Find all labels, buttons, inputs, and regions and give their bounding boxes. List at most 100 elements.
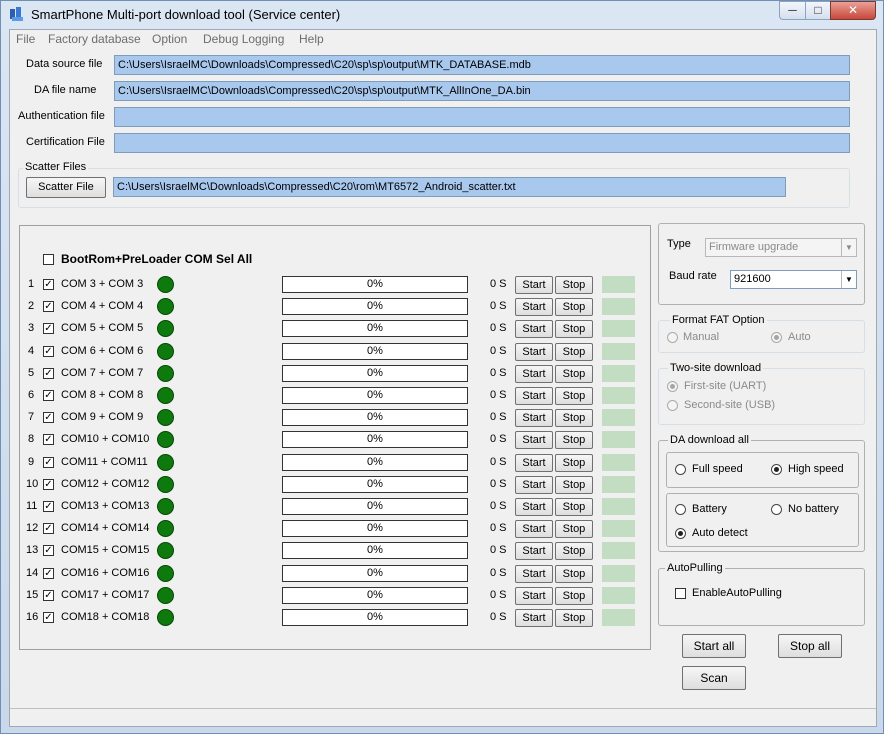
stop-button[interactable]: Stop bbox=[555, 498, 593, 516]
stop-button[interactable]: Stop bbox=[555, 587, 593, 605]
scatter-file-button[interactable]: Scatter File bbox=[26, 177, 106, 198]
stop-button[interactable]: Stop bbox=[555, 431, 593, 449]
port-checkbox[interactable]: ✓ bbox=[43, 545, 54, 556]
format-manual-radio[interactable] bbox=[667, 332, 678, 343]
data-source-field[interactable]: C:\Users\IsraelMC\Downloads\Compressed\C… bbox=[114, 55, 850, 75]
start-button[interactable]: Start bbox=[515, 276, 553, 294]
start-button[interactable]: Start bbox=[515, 431, 553, 449]
second-site-radio[interactable] bbox=[667, 400, 678, 411]
format-auto-label: Auto bbox=[788, 331, 811, 343]
elapsed-time: 0 S bbox=[490, 500, 507, 512]
start-button[interactable]: Start bbox=[515, 320, 553, 338]
progress-bar: 0% bbox=[282, 498, 468, 515]
port-checkbox[interactable]: ✓ bbox=[43, 323, 54, 334]
menu-option[interactable]: Option bbox=[152, 32, 187, 46]
start-button[interactable]: Start bbox=[515, 298, 553, 316]
start-button[interactable]: Start bbox=[515, 565, 553, 583]
port-checkbox[interactable]: ✓ bbox=[43, 301, 54, 312]
stop-button[interactable]: Stop bbox=[555, 387, 593, 405]
status-bar bbox=[10, 708, 876, 727]
stop-button[interactable]: Stop bbox=[555, 520, 593, 538]
title-bar[interactable]: SmartPhone Multi-port download tool (Ser… bbox=[1, 1, 883, 29]
auto-detect-radio[interactable] bbox=[675, 528, 686, 539]
elapsed-time: 0 S bbox=[490, 567, 507, 579]
certification-field[interactable] bbox=[114, 133, 850, 153]
enable-autopulling-checkbox[interactable] bbox=[675, 588, 686, 599]
start-button[interactable]: Start bbox=[515, 454, 553, 472]
port-checkbox[interactable]: ✓ bbox=[43, 279, 54, 290]
menu-help[interactable]: Help bbox=[299, 32, 324, 46]
type-select[interactable]: Firmware upgrade ▼ bbox=[705, 238, 857, 257]
stop-button[interactable]: Stop bbox=[555, 609, 593, 627]
baud-rate-label: Baud rate bbox=[669, 270, 717, 282]
enable-autopulling-label: EnableAutoPulling bbox=[692, 587, 782, 599]
start-button[interactable]: Start bbox=[515, 609, 553, 627]
stop-button[interactable]: Stop bbox=[555, 276, 593, 294]
start-button[interactable]: Start bbox=[515, 520, 553, 538]
com-port-label: COM17 + COM17 bbox=[61, 589, 150, 601]
elapsed-time: 0 S bbox=[490, 300, 507, 312]
port-checkbox[interactable]: ✓ bbox=[43, 346, 54, 357]
port-checkbox[interactable]: ✓ bbox=[43, 479, 54, 490]
start-button[interactable]: Start bbox=[515, 365, 553, 383]
stop-button[interactable]: Stop bbox=[555, 409, 593, 427]
start-button[interactable]: Start bbox=[515, 476, 553, 494]
port-checkbox[interactable]: ✓ bbox=[43, 412, 54, 423]
stop-button[interactable]: Stop bbox=[555, 365, 593, 383]
start-button[interactable]: Start bbox=[515, 498, 553, 516]
port-checkbox[interactable]: ✓ bbox=[43, 457, 54, 468]
menu-debug-logging[interactable]: Debug Logging bbox=[203, 32, 284, 46]
maximize-button[interactable]: □ bbox=[805, 1, 831, 20]
battery-radio[interactable] bbox=[675, 504, 686, 515]
port-checkbox[interactable]: ✓ bbox=[43, 368, 54, 379]
no-battery-radio[interactable] bbox=[771, 504, 782, 515]
status-led-icon bbox=[157, 431, 174, 448]
da-file-label: DA file name bbox=[34, 84, 97, 96]
elapsed-time: 0 S bbox=[490, 611, 507, 623]
chevron-down-icon: ▼ bbox=[841, 239, 856, 256]
da-file-field[interactable]: C:\Users\IsraelMC\Downloads\Compressed\C… bbox=[114, 81, 850, 101]
menu-file[interactable]: File bbox=[16, 32, 35, 46]
radio-dot bbox=[774, 467, 779, 472]
port-checkbox[interactable]: ✓ bbox=[43, 501, 54, 512]
progress-bar: 0% bbox=[282, 343, 468, 360]
progress-bar: 0% bbox=[282, 431, 468, 448]
port-checkbox[interactable]: ✓ bbox=[43, 434, 54, 445]
menu-factory-database[interactable]: Factory database bbox=[48, 32, 141, 46]
stop-all-button[interactable]: Stop all bbox=[778, 634, 842, 658]
start-button[interactable]: Start bbox=[515, 542, 553, 560]
scan-button[interactable]: Scan bbox=[682, 666, 746, 690]
com-port-label: COM10 + COM10 bbox=[61, 433, 150, 445]
full-speed-radio[interactable] bbox=[675, 464, 686, 475]
stop-button[interactable]: Stop bbox=[555, 476, 593, 494]
port-checkbox[interactable]: ✓ bbox=[43, 390, 54, 401]
high-speed-radio[interactable] bbox=[771, 464, 782, 475]
select-all-checkbox[interactable] bbox=[43, 254, 54, 265]
first-site-label: First-site (UART) bbox=[684, 380, 767, 392]
port-checkbox[interactable]: ✓ bbox=[43, 568, 54, 579]
stop-button[interactable]: Stop bbox=[555, 320, 593, 338]
stop-button[interactable]: Stop bbox=[555, 454, 593, 472]
port-checkbox[interactable]: ✓ bbox=[43, 590, 54, 601]
port-checkbox[interactable]: ✓ bbox=[43, 612, 54, 623]
authentication-field[interactable] bbox=[114, 107, 850, 127]
first-site-radio[interactable] bbox=[667, 381, 678, 392]
start-all-button[interactable]: Start all bbox=[682, 634, 746, 658]
format-auto-radio[interactable] bbox=[771, 332, 782, 343]
port-checkbox[interactable]: ✓ bbox=[43, 523, 54, 534]
stop-button[interactable]: Stop bbox=[555, 542, 593, 560]
start-button[interactable]: Start bbox=[515, 409, 553, 427]
data-source-label: Data source file bbox=[26, 58, 103, 70]
stop-button[interactable]: Stop bbox=[555, 298, 593, 316]
minimize-button[interactable]: ─ bbox=[779, 1, 806, 20]
close-button[interactable]: ✕ bbox=[830, 1, 876, 20]
status-led-icon bbox=[157, 298, 174, 315]
start-button[interactable]: Start bbox=[515, 387, 553, 405]
scatter-file-field[interactable]: C:\Users\IsraelMC\Downloads\Compressed\C… bbox=[113, 177, 786, 197]
port-status-indicator bbox=[602, 565, 635, 582]
start-button[interactable]: Start bbox=[515, 587, 553, 605]
start-button[interactable]: Start bbox=[515, 343, 553, 361]
stop-button[interactable]: Stop bbox=[555, 565, 593, 583]
stop-button[interactable]: Stop bbox=[555, 343, 593, 361]
baud-rate-select[interactable]: 921600 ▼ bbox=[730, 270, 857, 289]
